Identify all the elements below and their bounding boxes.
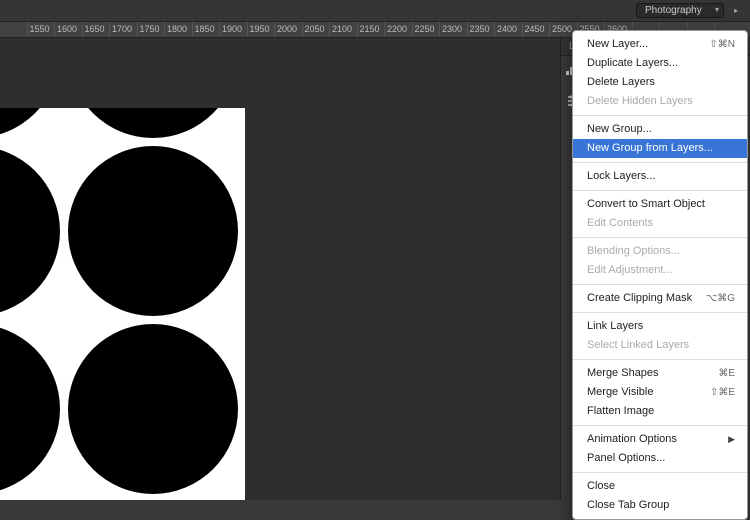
ruler-tick: 2350 (468, 22, 496, 37)
ruler-tick: 1800 (165, 22, 193, 37)
app-top-bar: Photography ▸ (0, 0, 750, 22)
menu-item-label: New Group from Layers... (587, 141, 713, 156)
menu-item-label: Merge Visible (587, 385, 653, 400)
canvas-viewport[interactable]: ◂◂ (0, 38, 560, 500)
menu-separator (573, 115, 747, 116)
menu-item[interactable]: Delete Layers (573, 73, 747, 92)
shape-circle[interactable] (0, 324, 60, 494)
ruler-tick: 1900 (220, 22, 248, 37)
menu-item-label: Blending Options... (587, 244, 680, 259)
menu-separator (573, 237, 747, 238)
ruler-tick: 1550 (28, 22, 56, 37)
menu-item[interactable]: Merge Visible ⇧⌘E (573, 383, 747, 402)
menu-item[interactable]: Close Tab Group (573, 496, 747, 515)
menu-item-label: New Layer... (587, 37, 648, 52)
menu-item[interactable]: Lock Layers... (573, 167, 747, 186)
menu-separator (573, 284, 747, 285)
ruler-tick: 2050 (303, 22, 331, 37)
menu-separator (573, 162, 747, 163)
menu-item: Delete Hidden Layers (573, 92, 747, 111)
menu-item[interactable]: Panel Options... (573, 449, 747, 468)
menu-item: Blending Options... (573, 242, 747, 261)
ruler-tick (0, 22, 28, 37)
shape-circle[interactable] (68, 324, 238, 494)
menu-shortcut: ⌥⌘G (706, 291, 735, 306)
shape-circle[interactable] (68, 146, 238, 316)
menu-item[interactable]: Link Layers (573, 317, 747, 336)
ruler-tick: 1600 (55, 22, 83, 37)
menu-separator (573, 425, 747, 426)
ruler-tick: 1750 (138, 22, 166, 37)
ruler-tick: 2000 (275, 22, 303, 37)
layers-panel-menu: New Layer... ⇧⌘N Duplicate Layers... Delete… (572, 30, 748, 520)
menu-item[interactable]: Animation Options ▶ (573, 430, 747, 449)
document-canvas[interactable] (0, 108, 245, 500)
menu-item: Edit Contents (573, 214, 747, 233)
submenu-arrow-icon: ▶ (728, 432, 735, 447)
ruler-tick: 2300 (440, 22, 468, 37)
menu-item-label: Flatten Image (587, 404, 654, 419)
menu-separator (573, 312, 747, 313)
ruler-tick: 2200 (385, 22, 413, 37)
panel-expand-toggle[interactable]: ▸ (730, 0, 742, 22)
menu-item-label: Close Tab Group (587, 498, 669, 513)
menu-item: Select Linked Layers (573, 336, 747, 355)
menu-item[interactable]: New Group... (573, 120, 747, 139)
menu-item-label: Delete Layers (587, 75, 655, 90)
menu-separator (573, 359, 747, 360)
ruler-tick: 1650 (83, 22, 111, 37)
menu-item-label: Create Clipping Mask (587, 291, 692, 306)
ruler-tick: 2100 (330, 22, 358, 37)
workspace-switcher[interactable]: Photography (636, 3, 724, 18)
menu-item-label: Edit Contents (587, 216, 653, 231)
menu-item[interactable]: Duplicate Layers... (573, 54, 747, 73)
menu-item-label: Merge Shapes (587, 366, 659, 381)
ruler-tick: 2250 (413, 22, 441, 37)
menu-item[interactable]: Create Clipping Mask ⌥⌘G (573, 289, 747, 308)
menu-shortcut: ⌘E (718, 366, 735, 381)
shape-circle[interactable] (0, 108, 60, 138)
menu-item-label: Animation Options (587, 432, 677, 447)
ruler-tick: 1850 (193, 22, 221, 37)
menu-item[interactable]: New Layer... ⇧⌘N (573, 35, 747, 54)
ruler-tick: 2400 (495, 22, 523, 37)
menu-item-label: Convert to Smart Object (587, 197, 705, 212)
menu-item-label: Delete Hidden Layers (587, 94, 693, 109)
ruler-tick: 1950 (248, 22, 276, 37)
menu-item-label: Edit Adjustment... (587, 263, 673, 278)
menu-item-label: New Group... (587, 122, 652, 137)
ruler-tick: 2150 (358, 22, 386, 37)
menu-shortcut: ⇧⌘N (709, 37, 735, 52)
menu-separator (573, 190, 747, 191)
ruler-tick: 2450 (523, 22, 551, 37)
menu-item[interactable]: New Group from Layers... (573, 139, 747, 158)
menu-item[interactable]: Merge Shapes ⌘E (573, 364, 747, 383)
menu-separator (573, 472, 747, 473)
menu-item-label: Panel Options... (587, 451, 665, 466)
menu-item-label: Link Layers (587, 319, 643, 334)
menu-item-label: Select Linked Layers (587, 338, 689, 353)
menu-item-label: Duplicate Layers... (587, 56, 678, 71)
menu-item-label: Close (587, 479, 615, 494)
menu-item: Edit Adjustment... (573, 261, 747, 280)
shape-circle[interactable] (0, 146, 60, 316)
workspace-label: Photography (645, 5, 702, 16)
ruler-tick: 1700 (110, 22, 138, 37)
menu-item[interactable]: Convert to Smart Object (573, 195, 747, 214)
menu-item[interactable]: Flatten Image (573, 402, 747, 421)
menu-item[interactable]: Close (573, 477, 747, 496)
menu-item-label: Lock Layers... (587, 169, 655, 184)
shape-circle[interactable] (68, 108, 238, 138)
menu-shortcut: ⇧⌘E (710, 385, 735, 400)
